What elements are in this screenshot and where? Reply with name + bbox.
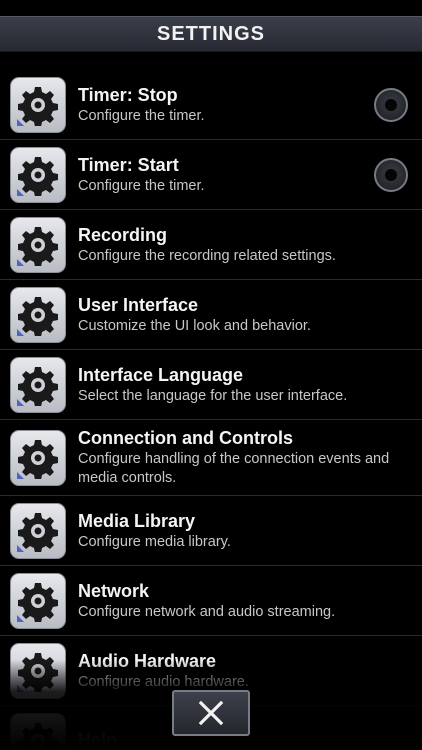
submenu-marker xyxy=(17,258,24,266)
gear-icon xyxy=(10,712,66,750)
gear-icon xyxy=(10,76,66,133)
item-title: Connection and Controls xyxy=(78,428,293,448)
item-subtitle: Configure the recording related settings… xyxy=(78,247,336,264)
item-subtitle: Configure the timer. xyxy=(78,177,205,194)
submenu-marker xyxy=(17,614,24,622)
settings-item-timer-stop[interactable]: Timer: Stop Configure the timer. xyxy=(0,70,422,140)
settings-item-network[interactable]: Network Configure network and audio stre… xyxy=(0,566,422,636)
item-subtitle: Configure audio hardware. xyxy=(78,673,249,690)
submenu-marker xyxy=(17,328,24,336)
settings-item-connection-and-controls[interactable]: Connection and Controls Configure handli… xyxy=(0,420,422,496)
submenu-marker xyxy=(17,544,24,552)
settings-item-media-library[interactable]: Media Library Configure media library. xyxy=(0,496,422,566)
item-subtitle: Configure the timer. xyxy=(78,107,205,124)
settings-item-recording[interactable]: Recording Configure the recording relate… xyxy=(0,210,422,280)
gear-icon xyxy=(10,356,66,413)
item-title: Audio Hardware xyxy=(78,650,217,671)
item-subtitle: Select the language for the user interfa… xyxy=(78,387,348,404)
timer-start-radio[interactable] xyxy=(374,157,408,192)
item-subtitle: Customize the UI look and behavior. xyxy=(78,317,311,334)
gear-icon xyxy=(10,642,66,699)
item-title: Recording xyxy=(78,224,168,245)
gear-icon xyxy=(10,146,66,203)
gear-icon xyxy=(10,502,66,559)
gear-icon xyxy=(10,572,66,629)
gear-icon xyxy=(10,429,66,486)
settings-item-user-interface[interactable]: User Interface Customize the UI look and… xyxy=(0,280,422,350)
settings-list[interactable]: Timer: Stop Configure the timer. Timer: … xyxy=(0,70,422,750)
item-title: Interface Language xyxy=(78,364,244,385)
item-title: Timer: Start xyxy=(78,154,179,175)
page-title: SETTINGS xyxy=(156,22,265,45)
item-title: Timer: Stop xyxy=(78,84,178,105)
submenu-marker xyxy=(17,118,24,126)
settings-screen: SETTINGS Timer: Stop Configure the timer… xyxy=(0,0,422,750)
close-icon xyxy=(198,700,224,726)
submenu-marker xyxy=(17,471,24,479)
settings-item-timer-start[interactable]: Timer: Start Configure the timer. xyxy=(0,140,422,210)
item-title: Media Library xyxy=(78,510,196,531)
item-subtitle: Configure network and audio streaming. xyxy=(78,603,336,620)
gear-icon xyxy=(10,216,66,273)
item-title: User Interface xyxy=(78,294,199,315)
item-subtitle: Configure media library. xyxy=(78,533,231,550)
submenu-marker xyxy=(17,684,24,692)
settings-item-interface-language[interactable]: Interface Language Select the language f… xyxy=(0,350,422,420)
submenu-marker xyxy=(17,188,24,196)
item-title: Network xyxy=(78,580,150,601)
submenu-marker xyxy=(17,398,24,406)
gear-icon xyxy=(10,286,66,343)
timer-stop-radio[interactable] xyxy=(374,87,408,122)
item-subtitle: Configure handling of the connection eve… xyxy=(78,451,390,486)
close-button[interactable] xyxy=(172,690,250,736)
header-bar: SETTINGS xyxy=(0,16,422,52)
